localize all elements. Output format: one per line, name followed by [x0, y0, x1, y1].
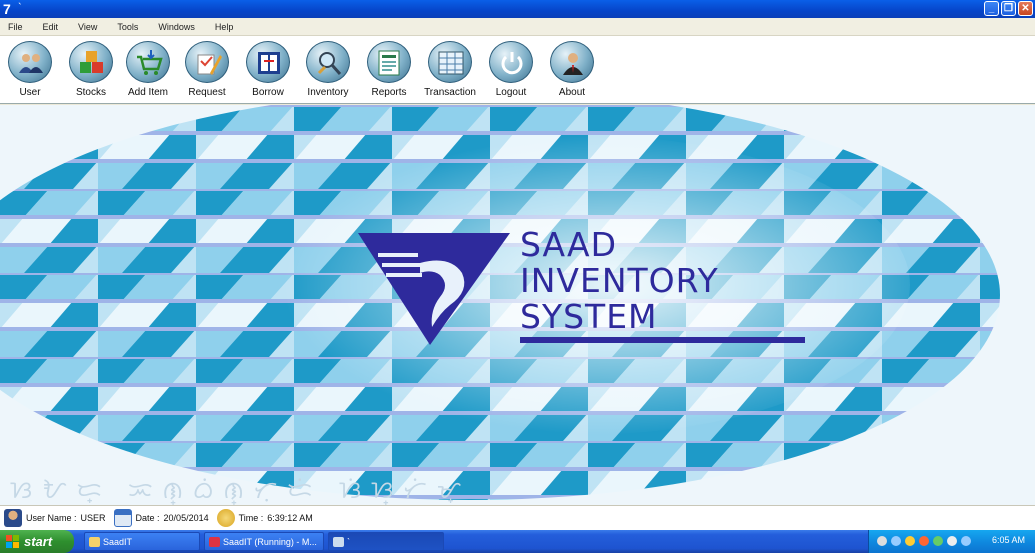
virtualbox-icon	[209, 537, 220, 547]
stocks-button[interactable]: Stocks	[63, 41, 119, 103]
start-button[interactable]: start	[0, 530, 74, 553]
time-label: Time :	[238, 513, 264, 523]
menu-help[interactable]: Help	[215, 22, 234, 32]
taskbar-item-app[interactable]: `	[328, 532, 444, 551]
taskbar-item-label: SaadIT	[103, 537, 133, 547]
transaction-button[interactable]: Transaction	[422, 41, 478, 103]
volume-tray-icon[interactable]	[947, 536, 957, 546]
window-title: `	[18, 2, 22, 14]
logout-button[interactable]: Logout	[483, 41, 539, 103]
report-icon	[367, 41, 411, 83]
stocks-button-label: Stocks	[75, 87, 106, 98]
users-icon	[8, 41, 52, 83]
user-name-value: USER	[80, 513, 106, 523]
window-controls: _ ❐ ✕	[984, 1, 1033, 16]
user-button-label: User	[19, 87, 41, 98]
taskbar-item-saadit-folder[interactable]: SaadIT	[84, 532, 200, 551]
inventory-search-icon	[306, 41, 350, 83]
banner-title: SAAD INVENTORY SYSTEM	[520, 227, 719, 335]
network-tray-icon[interactable]	[891, 536, 901, 546]
windows-logo-icon	[6, 535, 19, 548]
about-button-label: About	[558, 87, 586, 98]
app-icon[interactable]: 7	[3, 1, 17, 17]
add-item-button-label: Add Item	[127, 87, 169, 98]
splash-banner: SAAD INVENTORY SYSTEM ᜐᜀᜇ᜔ ᜁᜈ᜔ᜊᜒᜈ᜔ᜆᜓᜇᜒ ᜐ…	[0, 105, 1035, 505]
user-status-icon	[4, 509, 22, 527]
menu-file[interactable]: File	[8, 22, 23, 32]
status-bar: User Name : USER Date : 20/05/2014 Time …	[0, 505, 1035, 530]
taskbar-clock[interactable]: 6:05 AM	[992, 535, 1025, 545]
menu-edit[interactable]: Edit	[43, 22, 59, 32]
clock-icon	[216, 509, 235, 527]
alert-tray-icon[interactable]	[919, 536, 929, 546]
menu-tools[interactable]: Tools	[117, 22, 138, 32]
borrow-button[interactable]: Borrow	[240, 41, 296, 103]
banner-title-line1: SAAD	[520, 225, 618, 264]
logout-button-label: Logout	[495, 87, 527, 98]
toolbar: User Stocks Add Item Request Borrow Inve…	[0, 36, 1035, 104]
close-button[interactable]: ✕	[1018, 1, 1033, 16]
banner-title-line3: SYSTEM	[520, 297, 658, 336]
menu-windows[interactable]: Windows	[158, 22, 195, 32]
add-item-button[interactable]: Add Item	[120, 41, 176, 103]
user-button[interactable]: User	[2, 41, 58, 103]
pen-paper-icon	[185, 41, 229, 83]
calendar-icon	[113, 509, 132, 527]
menu-view[interactable]: View	[78, 22, 97, 32]
folder-icon	[89, 537, 100, 547]
security-tray-icon[interactable]	[905, 536, 915, 546]
taskbar-item-label: SaadIT (Running) - M...	[223, 537, 317, 547]
power-icon	[489, 41, 533, 83]
banner-graphic	[0, 105, 1035, 505]
boxes-icon	[69, 41, 113, 83]
app-icon	[333, 537, 344, 547]
request-button[interactable]: Request	[179, 41, 235, 103]
borrow-button-label: Borrow	[252, 87, 284, 98]
spreadsheet-icon	[428, 41, 472, 83]
start-label: start	[24, 534, 53, 549]
banner-title-line2: INVENTORY	[520, 261, 719, 300]
taskbar-item-label: `	[347, 537, 350, 547]
reports-button[interactable]: Reports	[361, 41, 417, 103]
menu-bar: File Edit View Tools Windows Help	[0, 18, 1035, 36]
cart-add-icon	[126, 41, 170, 83]
minimize-button[interactable]: _	[984, 1, 999, 16]
date-label: Date :	[135, 513, 160, 523]
inventory-button[interactable]: Inventory	[300, 41, 356, 103]
request-button-label: Request	[188, 87, 226, 98]
reports-button-label: Reports	[371, 87, 407, 98]
banner-script-text: ᜐᜀᜇ᜔ ᜁᜈ᜔ᜊᜒᜈ᜔ᜆᜓᜇᜒ ᜐᜒᜐ᜔ᜆᜒᜋ᜔	[10, 477, 472, 504]
transaction-button-label: Transaction	[424, 87, 476, 98]
about-button[interactable]: About	[544, 41, 600, 103]
person-icon	[550, 41, 594, 83]
taskbar-item-virtualbox[interactable]: SaadIT (Running) - M...	[204, 532, 324, 551]
shield-tray-icon[interactable]	[933, 536, 943, 546]
taskbar: start SaadIT SaadIT (Running) - M... ` 6…	[0, 530, 1035, 553]
logo-underline	[520, 337, 805, 343]
user-name-label: User Name :	[26, 513, 77, 523]
date-value: 20/05/2014	[163, 513, 209, 523]
time-value: 6:39:12 AM	[267, 513, 313, 523]
document-exchange-icon	[246, 41, 290, 83]
inventory-button-label: Inventory	[307, 87, 349, 98]
help-tray-icon[interactable]	[877, 536, 887, 546]
maximize-button[interactable]: ❐	[1001, 1, 1016, 16]
monitor-tray-icon[interactable]	[961, 536, 971, 546]
title-bar: 7 ` _ ❐ ✕	[0, 0, 1035, 18]
system-tray: 6:05 AM	[868, 530, 1035, 553]
